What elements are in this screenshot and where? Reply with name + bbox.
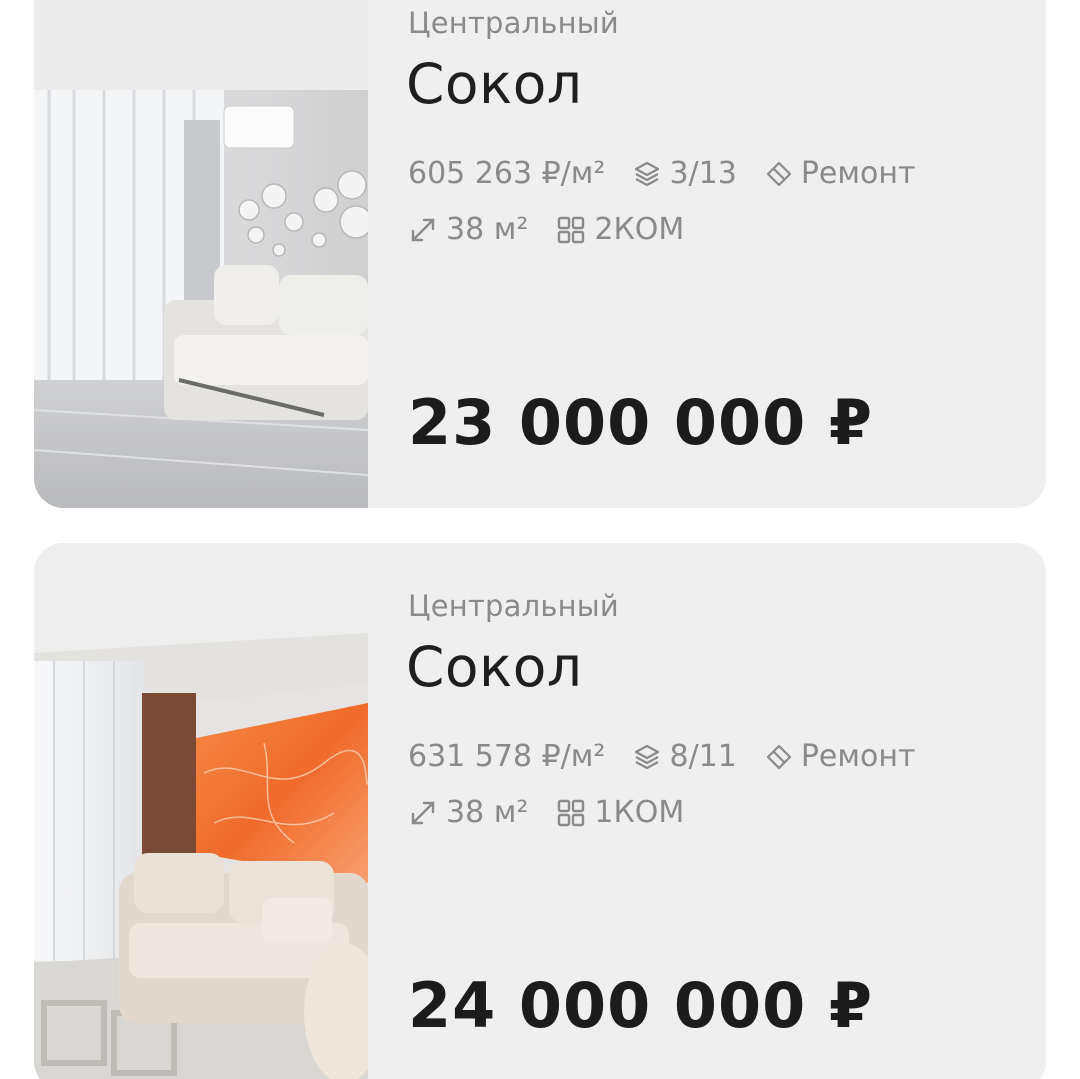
living-room-onyx-wall-image — [34, 543, 368, 1079]
listing-meta-row: 631 578 ₽/м² 8/11 Ремонт — [408, 739, 943, 774]
rooms-value: 1КОМ — [594, 795, 685, 830]
tag-icon — [766, 161, 791, 186]
listing-card[interactable]: Центральный Сокол 605 263 ₽/м² 3/13 Ремо… — [34, 0, 1046, 508]
area-info: 38 м² — [408, 212, 528, 247]
listing-info: Центральный Сокол 631 578 ₽/м² 8/11 Ремо… — [368, 543, 1046, 1079]
listing-district: Центральный — [408, 589, 619, 623]
renovation-info: Ремонт — [765, 156, 916, 191]
resize-arrows-icon — [411, 801, 435, 824]
tag-icon — [766, 744, 791, 769]
price-per-m2: 631 578 ₽/м² — [408, 739, 605, 774]
renovation-info: Ремонт — [765, 739, 916, 774]
listing-info: Центральный Сокол 605 263 ₽/м² 3/13 Ремо… — [368, 0, 1046, 508]
listing-meta-row: 605 263 ₽/м² 3/13 Ремонт — [408, 156, 943, 191]
resize-arrows-icon — [411, 218, 435, 241]
layers-icon — [635, 744, 660, 769]
rooms-info: 1КОМ — [556, 795, 684, 830]
price-per-m2-value: 605 263 ₽/м² — [408, 156, 606, 191]
rooms-grid-icon — [558, 216, 585, 243]
renovation-value: Ремонт — [800, 739, 916, 774]
listing-title[interactable]: Сокол — [406, 635, 583, 699]
listing-title[interactable]: Сокол — [406, 52, 583, 116]
price-per-m2: 605 263 ₽/м² — [408, 156, 605, 191]
renovation-value: Ремонт — [800, 156, 916, 191]
listing-price: 23 000 000 ₽ — [408, 386, 874, 459]
floor-info: 3/13 — [633, 156, 737, 191]
area-info: 38 м² — [408, 795, 528, 830]
floor-value: 3/13 — [669, 156, 737, 191]
listing-photo[interactable] — [34, 543, 368, 1079]
rooms-grid-icon — [558, 799, 585, 826]
listing-price: 24 000 000 ₽ — [408, 969, 874, 1042]
rooms-info: 2КОМ — [556, 212, 684, 247]
floor-info: 8/11 — [633, 739, 737, 774]
price-per-m2-value: 631 578 ₽/м² — [408, 739, 606, 774]
floor-value: 8/11 — [669, 739, 737, 774]
listing-meta-row: 38 м² 2КОМ — [408, 212, 712, 247]
listing-meta-row: 38 м² 1КОМ — [408, 795, 712, 830]
listing-card[interactable]: Центральный Сокол 631 578 ₽/м² 8/11 Ремо… — [34, 543, 1046, 1079]
listing-district: Центральный — [408, 6, 619, 40]
rooms-value: 2КОМ — [594, 212, 685, 247]
listing-photo[interactable] — [34, 0, 368, 508]
layers-icon — [635, 161, 660, 186]
listings-feed: Центральный Сокол 605 263 ₽/м² 3/13 Ремо… — [0, 0, 1080, 1079]
area-value: 38 м² — [446, 212, 529, 247]
living-room-white-sofa-image — [34, 0, 368, 508]
area-value: 38 м² — [446, 795, 529, 830]
